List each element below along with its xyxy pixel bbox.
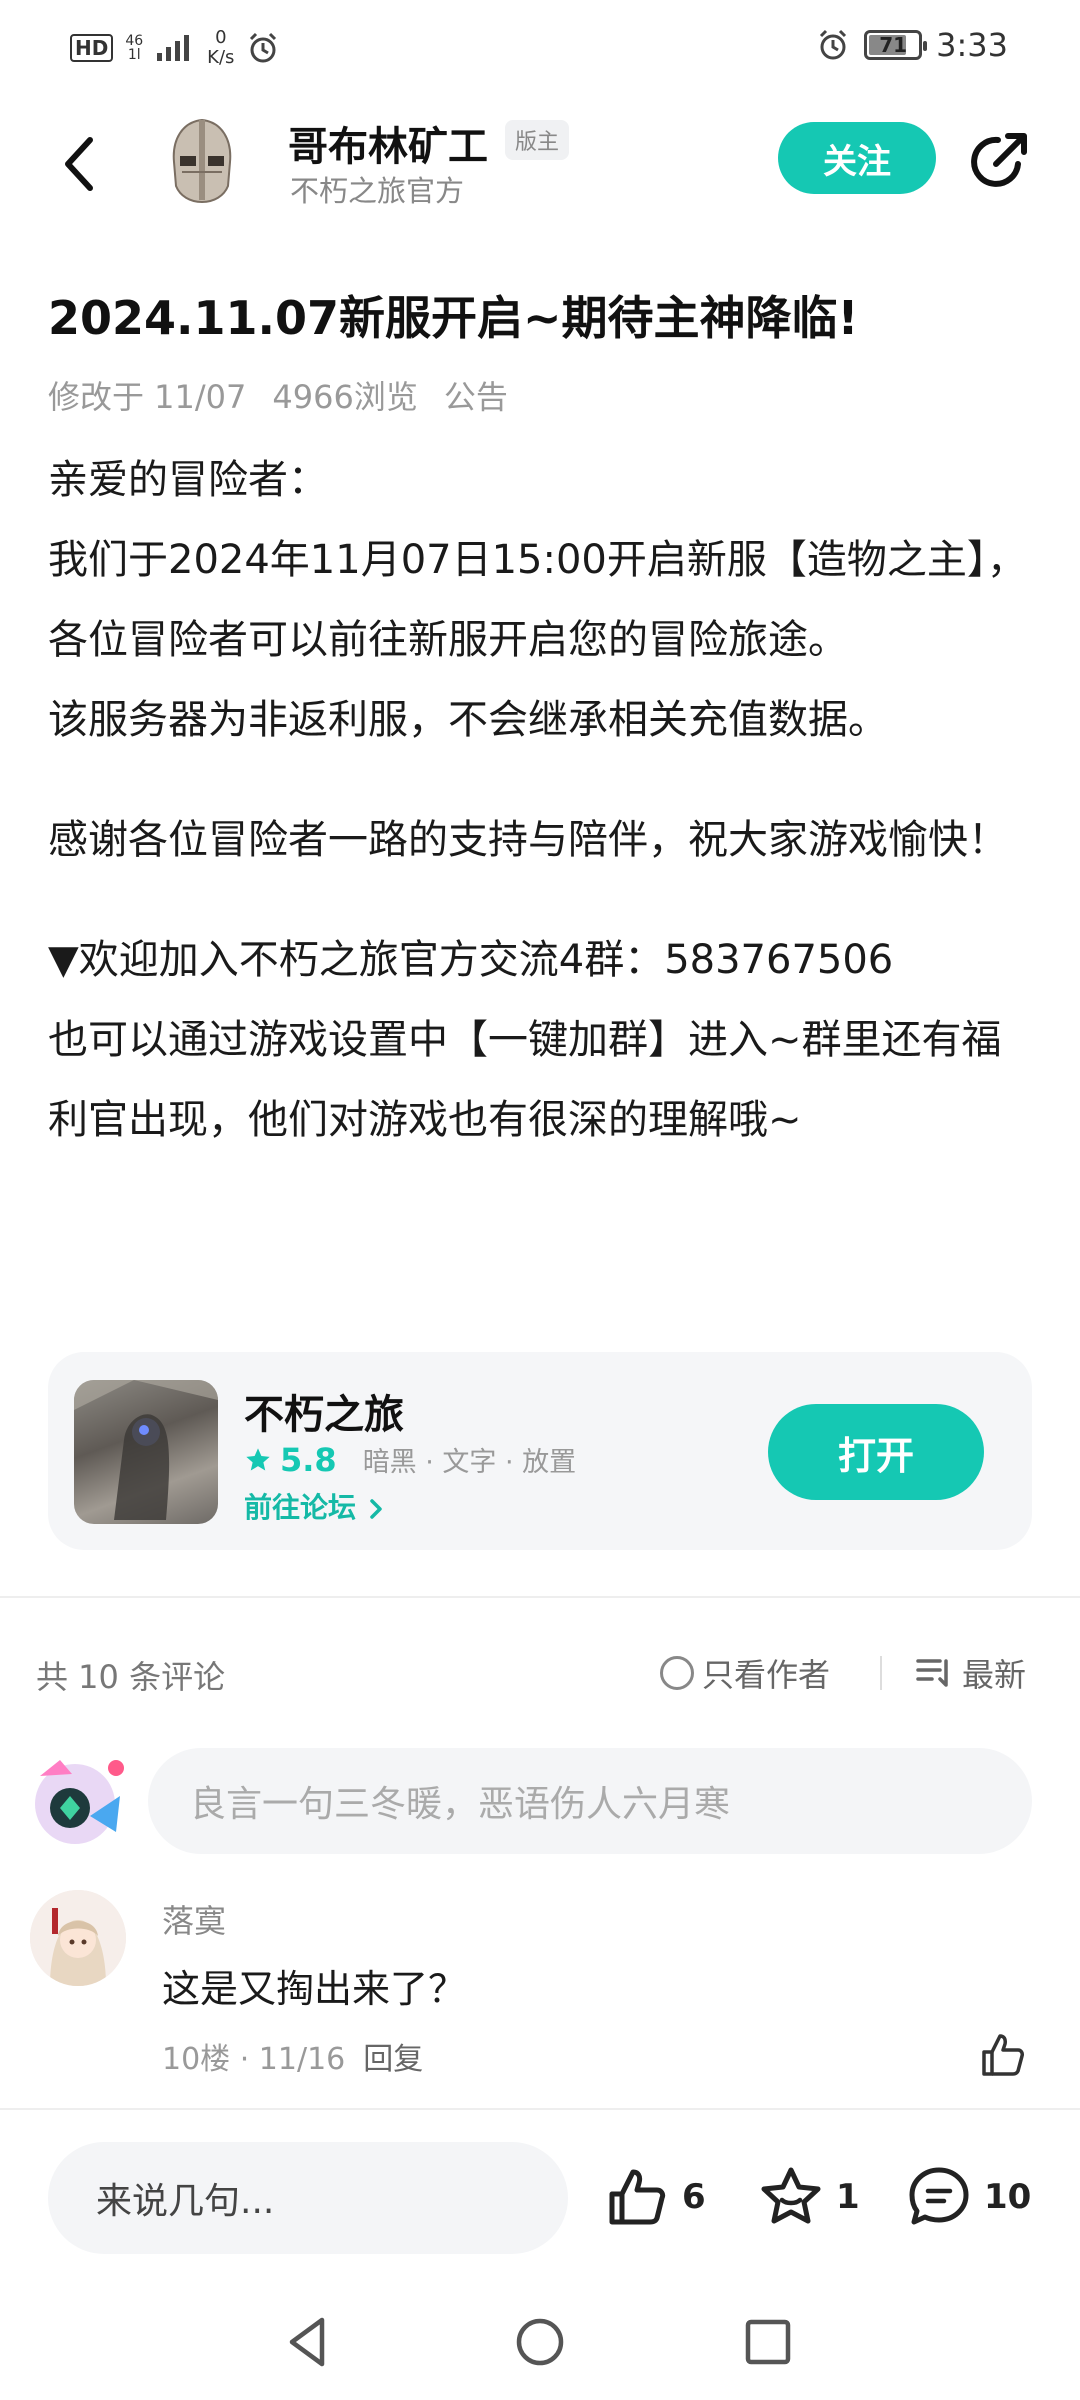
network-indicator: 46 1l [125,33,144,63]
battery-level: 71 [879,33,908,57]
separator [880,1656,882,1690]
share-button[interactable] [968,128,1032,192]
post-meta: 修改于 11/07 4966浏览 公告 [48,372,508,418]
star-icon [246,1447,270,1470]
back-icon [65,137,93,191]
app-icon[interactable] [74,1380,218,1524]
nav-recents-icon[interactable] [738,2312,798,2372]
paragraph: 我们于2024年11月07日15:00开启新服【造物之主】，各位冒险者可以前往新… [48,537,1027,663]
rating-value: 5.8 [280,1440,337,1479]
favorite-button[interactable]: 1 [758,2164,860,2230]
divider [0,2108,1080,2110]
system-nav-bar [0,2290,1080,2400]
paragraph: 感谢各位冒险者一路的支持与陪伴，祝大家游戏愉快！ [48,817,1008,863]
like-button[interactable]: 6 [604,2164,706,2230]
alarm-icon [250,32,277,63]
clock: 3:33 [936,26,1008,64]
comment-input[interactable]: 良言一句三冬暖，恶语伤人六月寒 [148,1748,1032,1854]
comment-floor-date: 10楼 · 11/16 [162,2042,346,2077]
app-card[interactable]: 不朽之旅 5.8 暗黑 · 文字 · 放置 前往论坛 打开 [48,1352,1032,1550]
modified-date: 修改于 11/07 [48,378,247,416]
network-speed: 0 K/s [207,27,235,68]
comment-count: 10 [984,2177,1032,2217]
post-title: 2024.11.07新服开启~期待主神降临! [48,291,859,345]
app-tags: 暗黑 · 文字 · 放置 [362,1447,577,1478]
status-bar: HD 46 1l 0 K/s 71 3:33 [0,0,1080,92]
status-right: 71 3:33 [816,26,1008,64]
paragraph: 也可以通过游戏设置中【一键加群】进入~群里还有福利官出现，他们对游戏也有很深的理… [48,1017,1002,1143]
chevron-right-icon [370,1499,382,1519]
star-outline-icon [761,2167,821,2224]
sort-toggle[interactable]: 最新 [916,1650,1026,1696]
nav-back-icon[interactable] [278,2312,338,2372]
author-subtitle: 不朽之旅官方 [290,174,465,208]
reply-button[interactable]: 回复 [363,2034,423,2078]
open-app-button[interactable]: 打开 [768,1404,984,1500]
battery-icon: 71 [864,30,928,60]
post-body: 亲爱的冒险者： 我们于2024年11月07日15:00开启新服【造物之主】，各位… [48,440,1038,1160]
author-only-toggle[interactable]: 只看作者 [660,1650,830,1696]
favorite-count: 1 [836,2177,860,2217]
radio-icon[interactable] [660,1656,694,1690]
comment-meta: 10楼 · 11/16 回复 [162,2034,423,2078]
follow-button[interactable]: 关注 [778,122,936,194]
view-count: 4966浏览 [272,378,418,416]
thumb-up-icon[interactable] [978,2030,1028,2080]
app-rating: 5.8 暗黑 · 文字 · 放置 [244,1440,576,1479]
app-name: 不朽之旅 [244,1392,404,1438]
avatar[interactable] [30,1890,126,1986]
forum-link[interactable]: 前往论坛 [244,1486,386,1526]
divider [0,1596,1080,1598]
like-count: 6 [682,2177,706,2217]
my-avatar[interactable] [20,1746,130,1856]
paragraph: ▼欢迎加入不朽之旅官方交流4群：583767506 [48,937,894,983]
comment-button[interactable]: 10 [906,2164,1031,2230]
sort-icon [916,1659,948,1687]
comment-text: 这是又掏出来了？ [162,1967,467,2011]
post-category[interactable]: 公告 [444,372,508,418]
comment-icon [909,2167,969,2225]
paragraph: 该服务器为非返利服，不会继承相关充值数据。 [48,697,888,743]
thumb-up-icon [609,2169,666,2225]
paragraph: 亲爱的冒险者： [48,457,328,503]
nav-home-icon[interactable] [510,2312,570,2372]
hd-indicator: HD [70,34,114,62]
back-button[interactable] [52,128,108,200]
comment-username[interactable]: 落寞 [162,1896,226,1942]
signal-icon [157,35,190,61]
moderator-badge: 版主 [505,120,570,160]
author-name[interactable]: 哥布林矿工 [288,114,488,172]
alarm-icon [820,29,847,60]
say-something-input[interactable]: 来说几句... [48,2142,568,2254]
share-icon [971,133,1027,187]
helmet-avatar[interactable] [166,116,238,206]
comments-count: 共 10 条评论 [36,1658,226,1696]
post-header: 哥布林矿工 版主 不朽之旅官方 关注 [0,100,1080,230]
status-left: HD 46 1l 0 K/s [70,28,280,68]
